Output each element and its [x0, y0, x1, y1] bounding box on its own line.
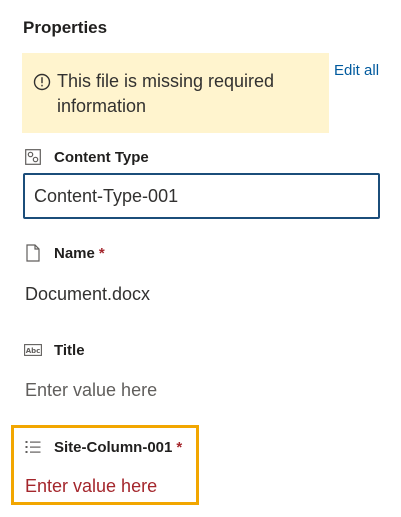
- content-type-input[interactable]: [23, 173, 380, 219]
- title-label-text: Title: [54, 341, 85, 359]
- content-type-label: Content Type: [24, 148, 149, 166]
- site-column-label: Site-Column-001 *: [24, 438, 182, 456]
- name-value[interactable]: Document.docx: [25, 284, 150, 305]
- text-field-icon: Abc: [24, 341, 42, 359]
- name-label: Name *: [24, 244, 105, 262]
- required-marker: *: [176, 438, 183, 456]
- svg-text:Abc: Abc: [26, 347, 41, 355]
- name-label-text: Name: [54, 244, 95, 262]
- list-field-icon: [24, 438, 42, 456]
- content-type-icon: [24, 148, 42, 166]
- edit-all-link[interactable]: Edit all: [334, 62, 379, 79]
- panel-heading: Properties: [23, 18, 108, 37]
- properties-panel: Properties This file is missing required…: [0, 0, 401, 517]
- content-type-label-text: Content Type: [54, 148, 149, 166]
- warning-message: This file is missing required informatio…: [57, 71, 275, 116]
- required-marker: *: [98, 244, 105, 262]
- document-icon: [24, 244, 42, 262]
- title-input[interactable]: Enter value here: [25, 380, 157, 401]
- missing-info-warning: This file is missing required informatio…: [22, 53, 329, 133]
- info-icon: [33, 73, 51, 91]
- site-column-label-text: Site-Column-001: [54, 438, 173, 456]
- title-label: Abc Title: [24, 341, 85, 359]
- site-column-input[interactable]: Enter value here: [25, 476, 157, 497]
